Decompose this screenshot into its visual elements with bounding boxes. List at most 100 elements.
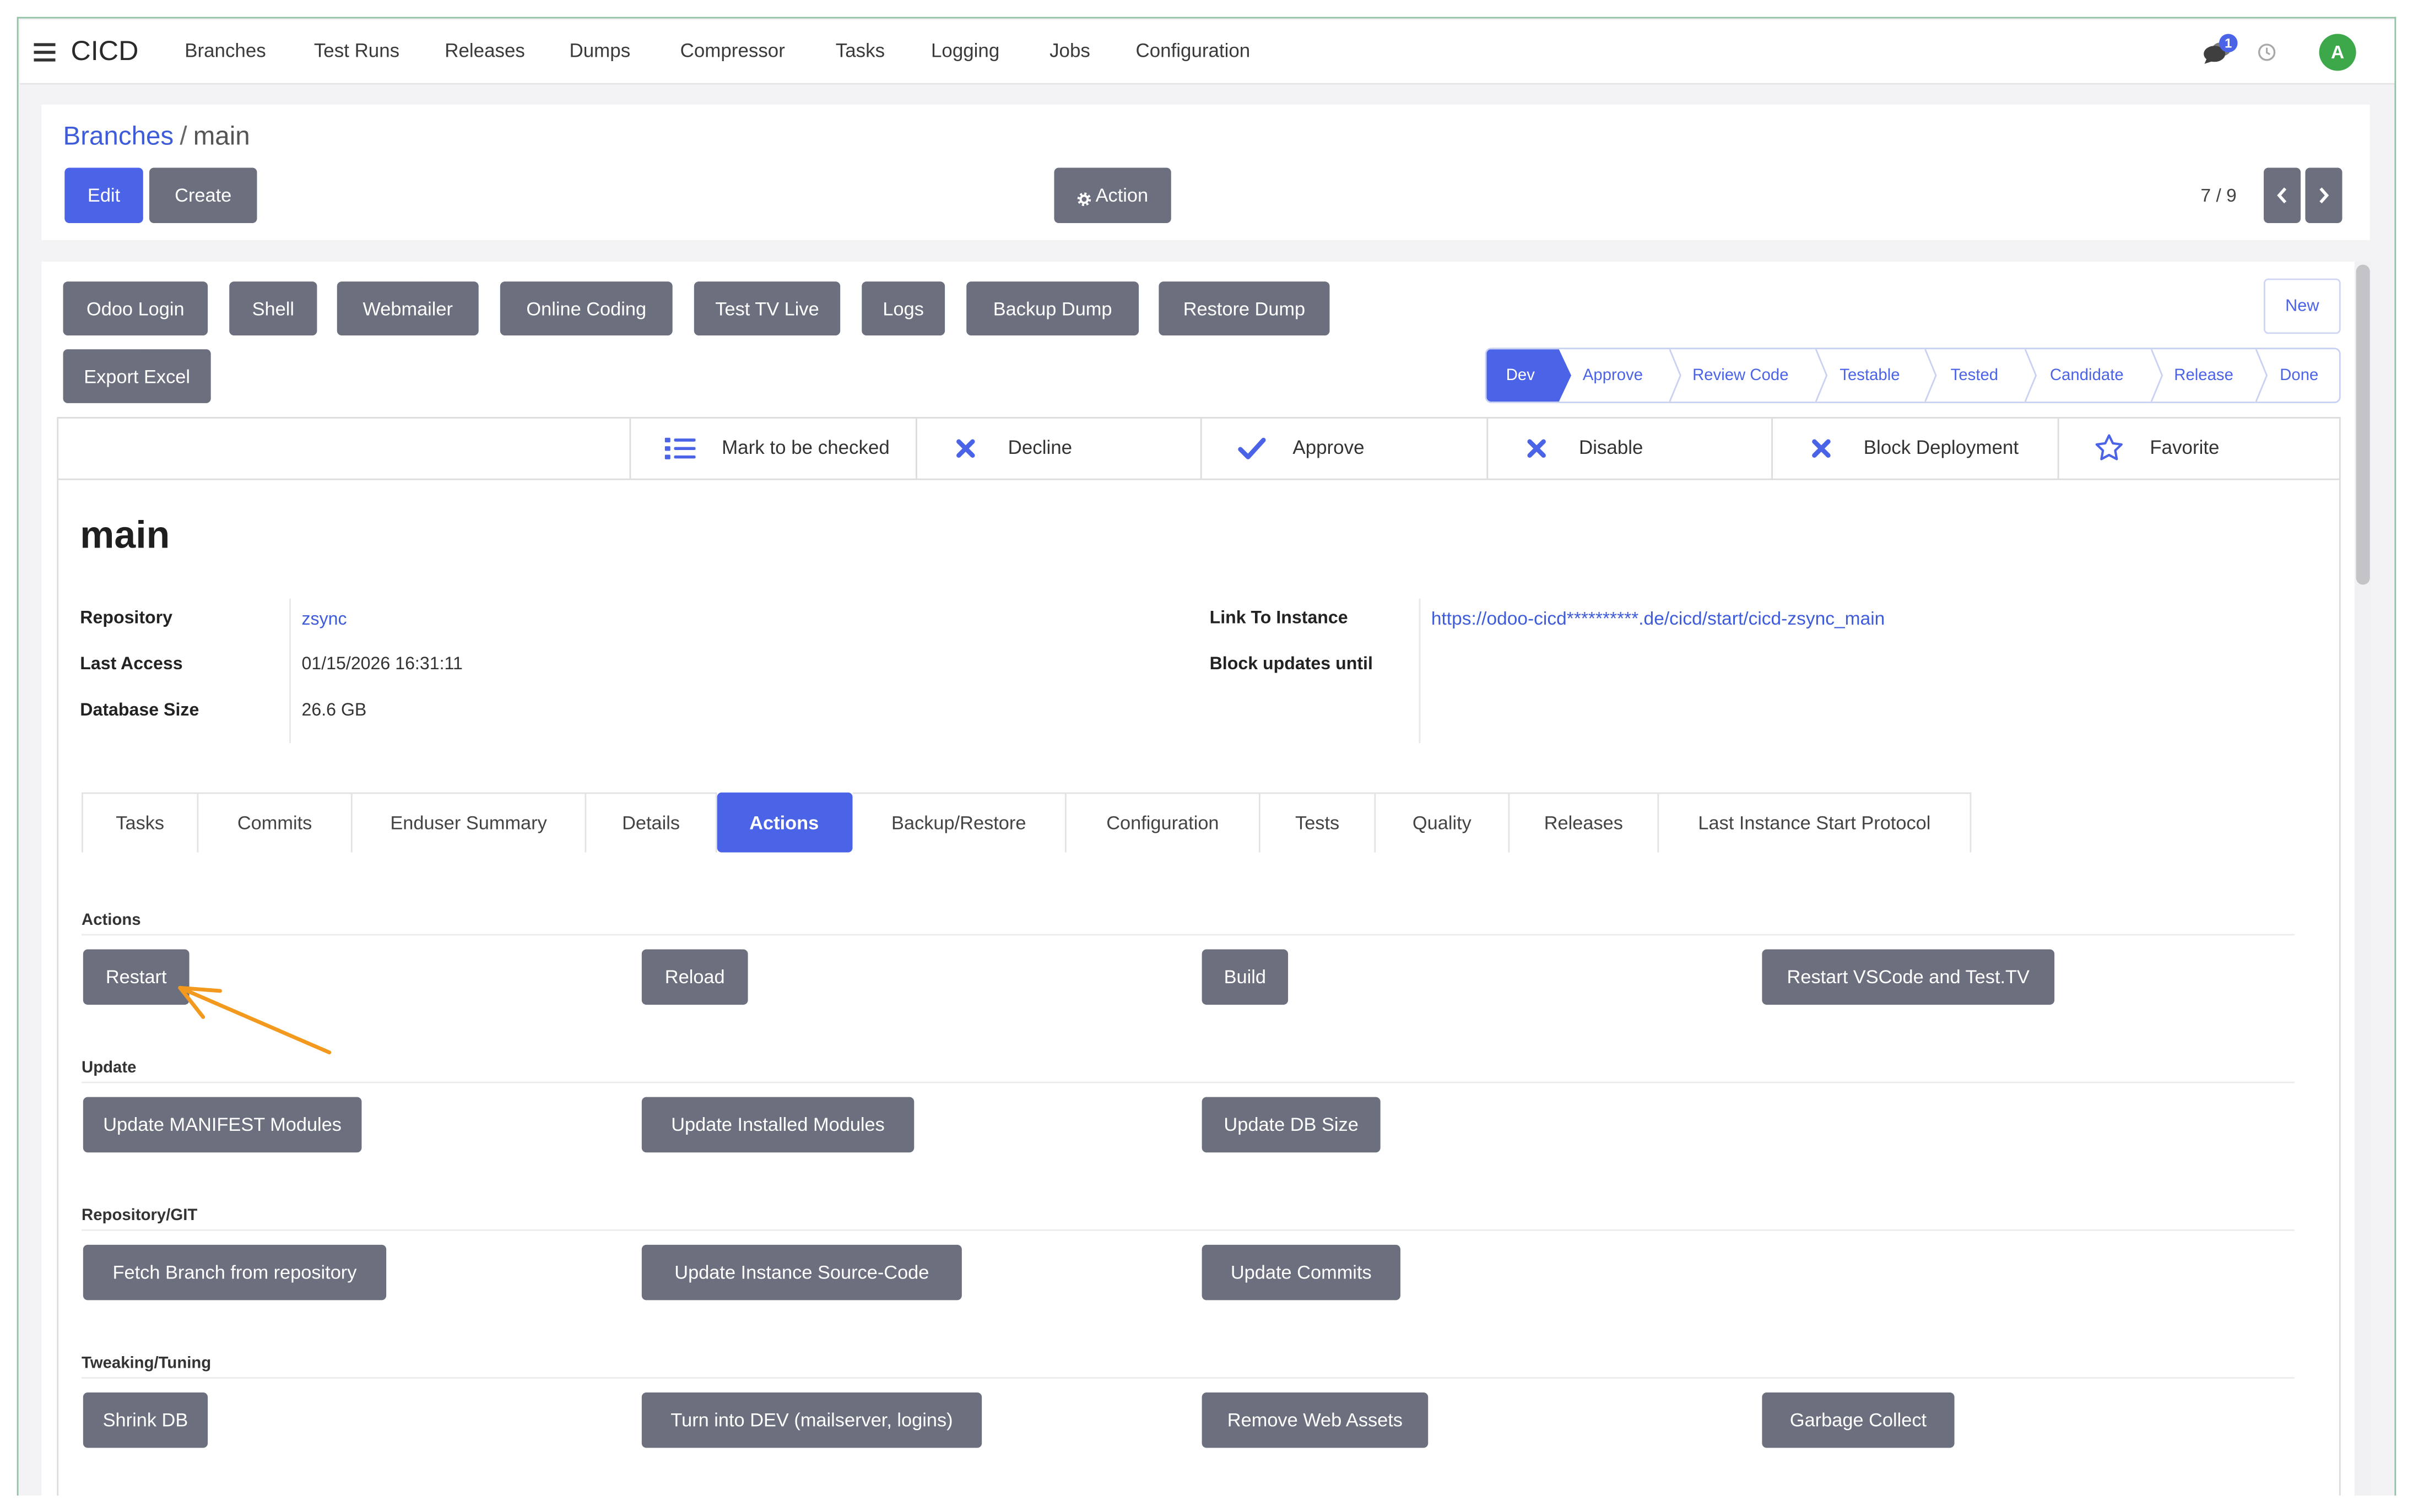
tab-commits[interactable]: Commits	[198, 792, 353, 853]
group-title: Tweaking/Tuning	[82, 1354, 212, 1373]
smart-button-approve[interactable]: Approve	[1200, 418, 1487, 479]
shell-button[interactable]: Shell	[229, 281, 317, 335]
status-stage-dev[interactable]: Dev	[1506, 349, 1535, 402]
nav-item-logging[interactable]: Logging	[931, 39, 999, 64]
breadcrumb: Branches / main	[63, 120, 250, 154]
tab-actions[interactable]: Actions	[717, 792, 853, 853]
restore-dump-button[interactable]: Restore Dump	[1159, 281, 1330, 335]
field-label-link-to-instance: Link To Instance	[1209, 609, 1348, 628]
status-stage-review-code[interactable]: Review Code	[1692, 349, 1788, 402]
field-value-last-access: 01/15/2026 16:31:11	[301, 655, 463, 674]
status-stage-approve[interactable]: Approve	[1583, 349, 1643, 402]
nav-item-test-runs[interactable]: Test Runs	[314, 39, 399, 64]
turn-into-dev-button[interactable]: Turn into DEV (mailserver, logins)	[641, 1392, 982, 1448]
status-stage-candidate[interactable]: Candidate	[2050, 349, 2124, 402]
tab-backup-restore[interactable]: Backup/Restore	[852, 792, 1067, 853]
update-instance-source-code-button[interactable]: Update Instance Source-Code	[641, 1244, 962, 1300]
update-manifest-modules-button[interactable]: Update MANIFEST Modules	[83, 1097, 362, 1153]
edit-button[interactable]: Edit	[64, 167, 143, 224]
smart-button-favorite[interactable]: Favorite	[2057, 418, 2339, 479]
update-commits-button[interactable]: Update Commits	[1202, 1244, 1400, 1300]
action-group-tweaking-tuning: Tweaking/Tuning Shrink DB Turn into DEV …	[82, 1345, 2296, 1453]
new-button[interactable]: New	[2264, 278, 2341, 334]
nav-item-jobs[interactable]: Jobs	[1049, 39, 1090, 64]
logs-button[interactable]: Logs	[862, 281, 945, 335]
field-column-divider	[289, 598, 291, 744]
smart-button-label: Decline	[1008, 437, 1073, 459]
status-stage-done[interactable]: Done	[2280, 349, 2318, 402]
breadcrumb-parent-link[interactable]: Branches	[63, 122, 174, 151]
field-column-divider	[1419, 598, 1421, 744]
stage-statusbar: Dev Approve Review Code Testable Tested …	[1485, 348, 2341, 403]
messages-badge: 1	[2219, 34, 2238, 52]
export-excel-button[interactable]: Export Excel	[63, 349, 211, 403]
group-title: Repository/GIT	[82, 1206, 198, 1225]
restart-vscode-and-testtv-button[interactable]: Restart VSCode and Test.TV	[1762, 949, 2055, 1005]
hamburger-icon[interactable]	[34, 41, 56, 62]
remove-web-assets-button[interactable]: Remove Web Assets	[1202, 1392, 1429, 1448]
star-outline-icon	[2095, 434, 2124, 462]
chevron-left-icon	[2276, 186, 2288, 205]
smart-button-block-deployment[interactable]: Block Deployment	[1771, 418, 2058, 479]
action-button-label: Action	[1095, 185, 1149, 207]
smart-button-disable[interactable]: Disable	[1486, 418, 1771, 479]
top-navbar: CICD Branches Test Runs Releases Dumps C…	[0, 0, 2413, 86]
smart-button-label: Block Deployment	[1863, 437, 2019, 459]
reload-button[interactable]: Reload	[641, 949, 748, 1005]
user-avatar[interactable]: A	[2319, 34, 2356, 71]
online-coding-button[interactable]: Online Coding	[500, 281, 673, 335]
smart-button-label: Disable	[1578, 437, 1643, 459]
nav-item-configuration[interactable]: Configuration	[1136, 39, 1251, 64]
nav-item-tasks[interactable]: Tasks	[836, 39, 885, 64]
backup-dump-button[interactable]: Backup Dump	[966, 281, 1139, 335]
screen: CICD Branches Test Runs Releases Dumps C…	[0, 0, 2413, 1511]
test-tv-live-button[interactable]: Test TV Live	[694, 281, 841, 335]
group-title: Actions	[82, 911, 141, 930]
field-value-repository-link[interactable]: zsync	[302, 606, 347, 634]
group-divider	[82, 1229, 2295, 1231]
control-panel: Branches / main Edit Create Action 7 / 9	[41, 104, 2370, 240]
clock-icon[interactable]	[2258, 41, 2276, 61]
notebook-tabs: Tasks Commits Enduser Summary Details Ac…	[82, 792, 1972, 853]
odoo-login-button[interactable]: Odoo Login	[63, 281, 208, 335]
tab-enduser-summary[interactable]: Enduser Summary	[352, 792, 587, 853]
smart-button-decline[interactable]: Decline	[916, 418, 1200, 479]
smart-button-mark-to-be-checked[interactable]: Mark to be checked	[629, 418, 916, 479]
tab-configuration[interactable]: Configuration	[1066, 792, 1260, 853]
nav-item-dumps[interactable]: Dumps	[570, 39, 631, 64]
form-scrollbar-thumb[interactable]	[2356, 264, 2370, 585]
tab-tests[interactable]: Tests	[1260, 792, 1376, 853]
nav-item-compressor[interactable]: Compressor	[680, 39, 785, 64]
status-stage-testable[interactable]: Testable	[1839, 349, 1900, 402]
garbage-collect-button[interactable]: Garbage Collect	[1762, 1392, 1955, 1448]
pager-previous-button[interactable]	[2264, 167, 2301, 224]
breadcrumb-current: main	[193, 121, 250, 151]
tab-releases[interactable]: Releases	[1510, 792, 1659, 853]
tab-details[interactable]: Details	[586, 792, 717, 853]
nav-item-branches[interactable]: Branches	[185, 39, 266, 64]
x-icon	[956, 438, 976, 458]
webmailer-button[interactable]: Webmailer	[337, 281, 479, 335]
list-icon	[664, 437, 696, 460]
smart-button-box: Mark to be checked Decline Approve Disab…	[58, 418, 2339, 480]
field-label-block-updates-until: Block updates until	[1209, 655, 1373, 674]
shrink-db-button[interactable]: Shrink DB	[83, 1392, 208, 1448]
status-stage-tested[interactable]: Tested	[1951, 349, 1998, 402]
update-db-size-button[interactable]: Update DB Size	[1202, 1097, 1381, 1153]
create-button[interactable]: Create	[149, 167, 257, 224]
tab-quality[interactable]: Quality	[1376, 792, 1510, 853]
tab-tasks[interactable]: Tasks	[82, 792, 199, 853]
fetch-branch-button[interactable]: Fetch Branch from repository	[83, 1244, 387, 1300]
build-button[interactable]: Build	[1202, 949, 1289, 1005]
pager-next-button[interactable]	[2305, 167, 2342, 224]
field-value-instance-link[interactable]: https://odoo-cicd**********.de/cicd/star…	[1431, 605, 1885, 632]
update-installed-modules-button[interactable]: Update Installed Modules	[641, 1097, 915, 1153]
status-stage-release[interactable]: Release	[2174, 349, 2233, 402]
smart-button-label: Approve	[1292, 437, 1365, 459]
tab-last-instance-start-protocol[interactable]: Last Instance Start Protocol	[1659, 792, 1972, 853]
nav-item-releases[interactable]: Releases	[445, 39, 525, 64]
action-menu-button[interactable]: Action	[1054, 167, 1171, 224]
app-brand[interactable]: CICD	[71, 34, 138, 67]
pager-value[interactable]: 7 / 9	[2201, 182, 2237, 209]
gear-icon	[1077, 188, 1091, 205]
